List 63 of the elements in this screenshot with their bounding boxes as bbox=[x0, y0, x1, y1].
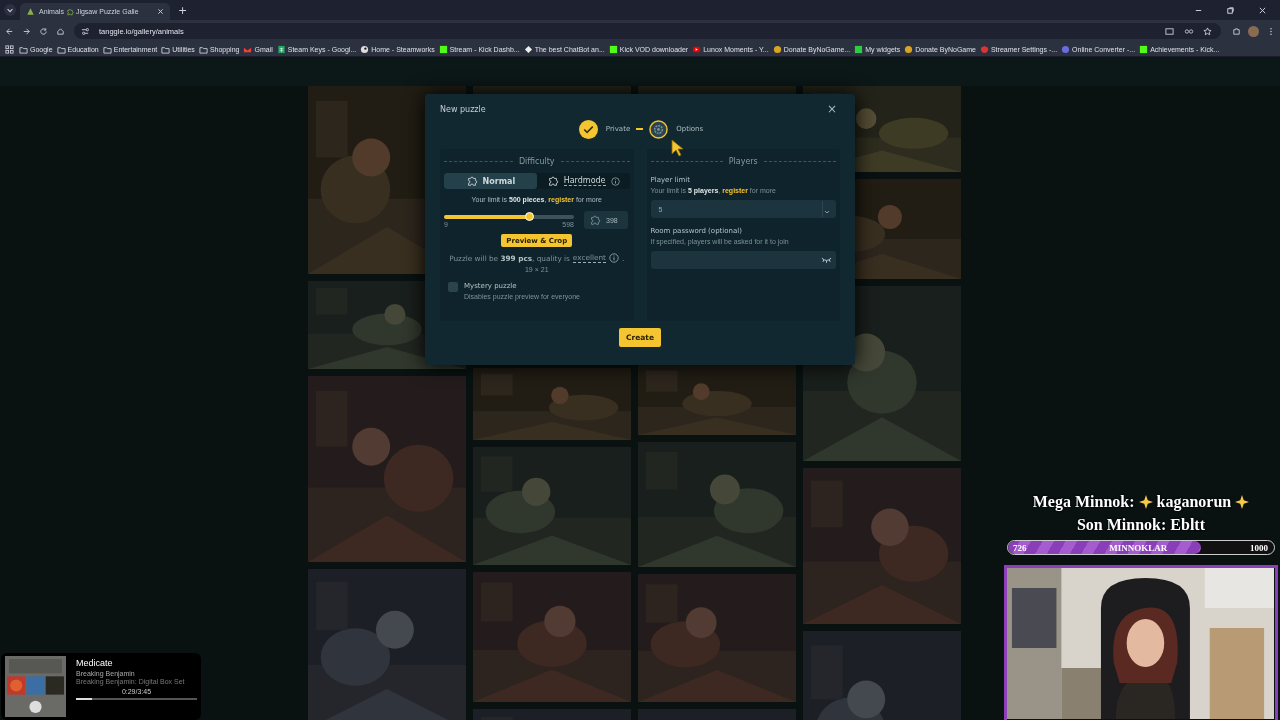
hidden-eye-icon[interactable] bbox=[821, 257, 832, 263]
profile-avatar[interactable] bbox=[1248, 25, 1259, 37]
folder-icon bbox=[198, 44, 208, 54]
son-minnok-text: Son Minnok: Ebltt bbox=[1076, 515, 1205, 534]
site-favicon bbox=[26, 7, 35, 16]
difficulty-tab[interactable]: Hardmode bbox=[536, 173, 630, 189]
song-title: Medicate bbox=[76, 658, 114, 668]
kick-icon bbox=[608, 44, 618, 54]
spreadsheet-icon bbox=[276, 44, 286, 54]
goal-target: 1000 bbox=[1250, 542, 1268, 553]
back-icon[interactable] bbox=[5, 26, 14, 36]
folder-icon bbox=[102, 44, 112, 54]
mouse-cursor-icon bbox=[671, 139, 683, 157]
folder-icon bbox=[19, 44, 28, 54]
cast-icon[interactable] bbox=[1165, 26, 1174, 36]
restore-icon[interactable] bbox=[1225, 5, 1235, 15]
coin-icon bbox=[904, 44, 914, 54]
extensions-icon[interactable] bbox=[1232, 26, 1241, 36]
kick-icon bbox=[1139, 44, 1149, 54]
square-icon bbox=[854, 44, 864, 54]
site-settings-icon[interactable] bbox=[81, 26, 90, 36]
section-heading: Players bbox=[728, 156, 758, 166]
piece-slider[interactable] bbox=[444, 215, 574, 219]
goal-current: 726 bbox=[1013, 542, 1027, 553]
close-button[interactable]: × bbox=[823, 103, 840, 115]
info-icon bbox=[608, 253, 619, 263]
video-icon bbox=[692, 44, 702, 54]
section-heading: Difficulty bbox=[518, 156, 555, 166]
diamond-icon bbox=[523, 44, 533, 54]
puzzle-piece-icon bbox=[465, 175, 478, 187]
close-tab-icon[interactable] bbox=[157, 8, 164, 15]
caret-icon bbox=[6, 6, 14, 14]
puzzle-piece-icon bbox=[546, 175, 559, 187]
step-connector bbox=[636, 128, 644, 130]
home-icon[interactable] bbox=[56, 26, 65, 36]
difficulty-tab[interactable]: Normal bbox=[444, 173, 537, 189]
slider-thumb[interactable] bbox=[525, 212, 535, 221]
sparkle-icon bbox=[1235, 494, 1250, 509]
kick-icon bbox=[438, 44, 448, 54]
folder-icon bbox=[161, 44, 171, 54]
shield-icon bbox=[979, 44, 989, 54]
mega-minnok-label: Mega Minnok: bbox=[1032, 492, 1135, 511]
apps-icon[interactable] bbox=[5, 44, 14, 54]
password-field[interactable] bbox=[650, 251, 836, 269]
menu-icon[interactable] bbox=[1268, 26, 1273, 36]
reload-icon[interactable] bbox=[39, 26, 48, 36]
password-key-icon[interactable] bbox=[1183, 26, 1194, 36]
puzzle-icon bbox=[65, 7, 74, 16]
forward-icon[interactable] bbox=[22, 26, 31, 36]
close-icon[interactable] bbox=[1257, 5, 1267, 15]
folder-icon bbox=[56, 44, 66, 54]
goal-label: MINNOKLAR bbox=[1109, 542, 1168, 553]
mega-minnok-name: kaganorun bbox=[1156, 492, 1232, 511]
puzzle-piece-icon bbox=[589, 214, 601, 226]
sparkle-icon bbox=[1138, 494, 1153, 509]
coin-icon bbox=[772, 44, 782, 54]
star-icon[interactable] bbox=[1203, 26, 1212, 36]
tab-list-button[interactable] bbox=[4, 4, 16, 16]
new-tab-button[interactable]: + bbox=[174, 4, 192, 16]
circle-icon bbox=[1061, 44, 1071, 54]
mystery-checkbox[interactable] bbox=[448, 282, 458, 292]
dropdown-arrow-icon bbox=[822, 201, 832, 217]
dialog-title: New puzzle bbox=[440, 104, 486, 114]
